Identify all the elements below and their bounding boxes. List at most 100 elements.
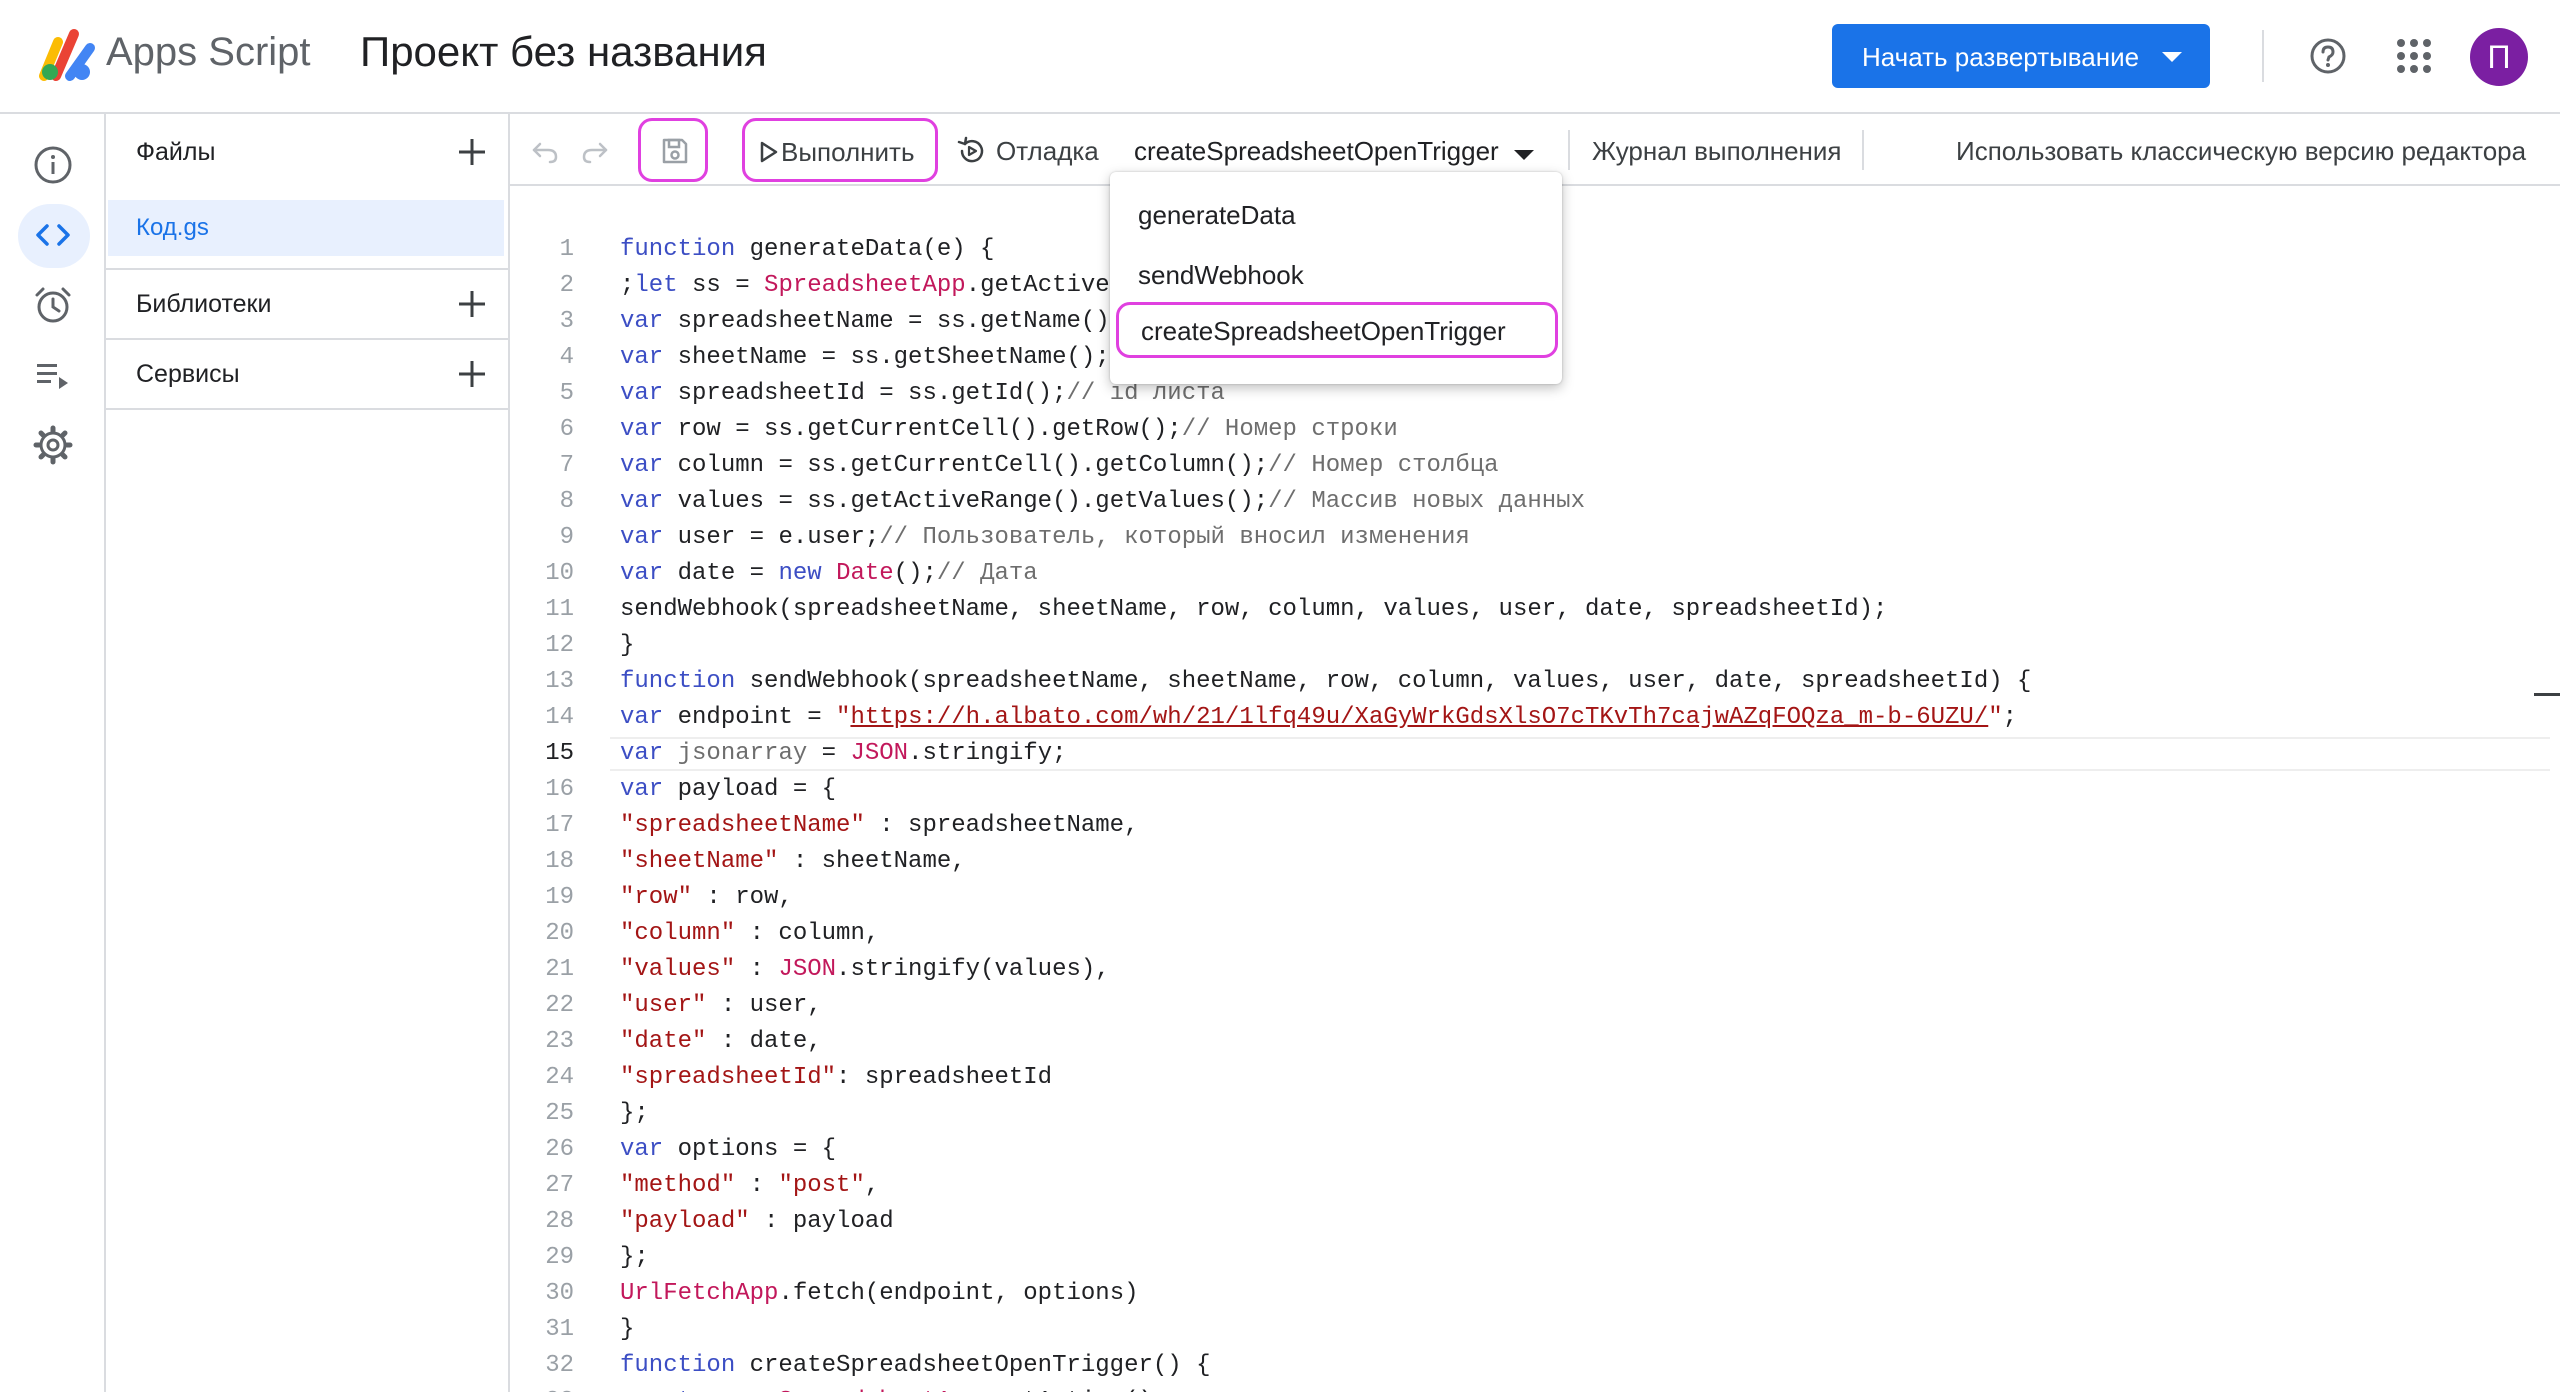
info-icon[interactable] — [30, 142, 76, 188]
line-number: 5 — [559, 380, 574, 407]
code-token: var — [620, 740, 664, 767]
code-line[interactable]: 14 var endpoint = "https://h.albato.com/w… — [510, 700, 2560, 736]
code-token: .getActive( — [965, 272, 1125, 299]
code-token: "column" — [620, 920, 736, 947]
code-line[interactable]: 10 var date = new Date();// Дата — [510, 556, 2560, 592]
run-button[interactable]: Выполнить — [742, 118, 938, 182]
code-token: jsonarray — [677, 740, 808, 767]
avatar[interactable]: П — [2470, 28, 2528, 86]
code-text: var options = { — [620, 1132, 836, 1168]
code-line[interactable]: 16 var payload = { — [510, 772, 2560, 808]
code-line[interactable]: 27 "method" : "post", — [510, 1168, 2560, 1204]
code-text: sendWebhook(spreadsheetName, sheetName, … — [620, 592, 1887, 628]
apps-grid-icon[interactable] — [2396, 38, 2432, 74]
code-line[interactable]: 13 function sendWebhook(spreadsheetName, … — [510, 664, 2560, 700]
code-line[interactable]: 22 "user" : user, — [510, 988, 2560, 1024]
code-line[interactable]: 17 "spreadsheetName" : spreadsheetName, — [510, 808, 2560, 844]
code-line[interactable]: 26 var options = { — [510, 1132, 2560, 1168]
executions-list-icon[interactable] — [30, 352, 76, 398]
code-line[interactable]: 8 var values = ss.getActiveRange().getVal… — [510, 484, 2560, 520]
code-line[interactable]: 30 UrlFetchApp.fetch(endpoint, options) — [510, 1276, 2560, 1312]
code-token: var — [620, 344, 664, 371]
code-line[interactable]: 28 "payload" : payload — [510, 1204, 2560, 1240]
save-button[interactable] — [638, 118, 708, 182]
apps-script-logo-icon[interactable] — [38, 26, 98, 84]
code-token: Date — [836, 560, 894, 587]
line-number: 1 — [559, 236, 574, 263]
code-line[interactable]: 29}; — [510, 1240, 2560, 1276]
code-url-token[interactable]: https://h.albato.com/wh/21/1lfq49u/XaGyW… — [850, 704, 1988, 731]
line-number: 26 — [545, 1136, 574, 1163]
code-token: "post" — [778, 1172, 865, 1199]
code-token: const — [620, 1388, 692, 1392]
code-token: spreadsheetId = ss.getId(); — [663, 380, 1067, 407]
code-line[interactable]: 21 "values" : JSON.stringify(values), — [510, 952, 2560, 988]
code-token: var — [620, 452, 664, 479]
libraries-section-header: Библиотеки — [106, 270, 508, 338]
code-line[interactable]: 33 const ss = SpreadsheetApp.getActive(); — [510, 1384, 2560, 1392]
code-text: "spreadsheetName" : spreadsheetName, — [620, 808, 1139, 844]
code-icon[interactable] — [30, 212, 76, 258]
menu-item-send-webhook[interactable]: sendWebhook — [1110, 246, 1562, 302]
debug-icon — [957, 136, 984, 163]
code-token: // Пользователь, который вносил изменени… — [879, 524, 1470, 551]
code-token: .fetch(endpoint, options) — [778, 1280, 1139, 1307]
line-number: 27 — [545, 1172, 574, 1199]
code-text: ;let ss = SpreadsheetApp.getActive( — [620, 268, 1124, 304]
code-line[interactable]: 25}; — [510, 1096, 2560, 1132]
file-item-code-gs[interactable]: Код.gs — [108, 200, 504, 256]
code-line[interactable]: 9 var user = e.user;// Пользователь, кото… — [510, 520, 2560, 556]
deploy-button-label: Начать развертывание — [1862, 42, 2140, 72]
debug-button[interactable]: Отладка — [946, 118, 1106, 182]
menu-item-generate-data[interactable]: generateData — [1110, 186, 1562, 242]
redo-icon[interactable] — [580, 136, 610, 166]
execution-log-button[interactable]: Журнал выполнения — [1582, 118, 1852, 182]
code-text: var jsonarray = JSON.stringify; — [620, 736, 1067, 772]
code-line[interactable]: 19 "row" : row, — [510, 880, 2560, 916]
code-token: "payload" — [620, 1208, 750, 1235]
classic-editor-label: Использовать классическую версию редакто… — [1956, 136, 2527, 166]
code-line[interactable]: 11 sendWebhook(spreadsheetName, sheetName… — [510, 592, 2560, 628]
code-line[interactable]: 18 "sheetName" : sheetName, — [510, 844, 2560, 880]
line-number: 11 — [545, 596, 574, 623]
code-line[interactable]: 32 function createSpreadsheetOpenTrigger(… — [510, 1348, 2560, 1384]
code-line[interactable]: 31} — [510, 1312, 2560, 1348]
code-line[interactable]: 24 "spreadsheetId": spreadsheetId — [510, 1060, 2560, 1096]
code-line[interactable]: 6 var row = ss.getCurrentCell().getRow();… — [510, 412, 2560, 448]
code-text: "date" : date, — [620, 1024, 822, 1060]
code-text: function sendWebhook(spreadsheetName, sh… — [620, 664, 2031, 700]
code-text: var sheetName = ss.getSheetName();// — [620, 340, 1139, 376]
help-icon[interactable] — [2308, 36, 2348, 76]
code-token: var — [620, 488, 664, 515]
files-section-header: Файлы — [106, 118, 508, 186]
code-token: , — [864, 1172, 880, 1199]
scrollbar-marker[interactable] — [2534, 693, 2560, 696]
alarm-clock-icon[interactable] — [30, 282, 76, 328]
code-token: : row, — [692, 884, 793, 911]
file-name: Код.gs — [136, 214, 209, 241]
menu-item-create-spreadsheet-open-trigger[interactable]: createSpreadsheetOpenTrigger — [1116, 302, 1558, 358]
line-number: 19 — [545, 884, 574, 911]
code-line[interactable]: 12} — [510, 628, 2560, 664]
undo-icon[interactable] — [530, 136, 560, 166]
code-line[interactable]: 7 var column = ss.getCurrentCell().getCol… — [510, 448, 2560, 484]
line-number: 30 — [545, 1280, 574, 1307]
add-file-icon[interactable] — [456, 136, 488, 168]
add-library-icon[interactable] — [456, 288, 488, 320]
app-name[interactable]: Apps Script — [106, 30, 311, 75]
code-line[interactable]: 23 "date" : date, — [510, 1024, 2560, 1060]
code-text: var values = ss.getActiveRange().getValu… — [620, 484, 1585, 520]
code-token: var — [620, 380, 664, 407]
code-token: : spreadsheetId — [836, 1064, 1053, 1091]
code-token: "user" — [620, 992, 707, 1019]
gear-icon[interactable] — [30, 422, 76, 468]
deploy-button[interactable]: Начать развертывание — [1832, 24, 2210, 88]
add-service-icon[interactable] — [456, 358, 488, 390]
services-label: Сервисы — [136, 360, 240, 388]
code-line[interactable]: 20 "column" : column, — [510, 916, 2560, 952]
chevron-down-icon[interactable] — [2162, 52, 2182, 62]
code-token: var — [620, 524, 664, 551]
project-title[interactable]: Проект без названия — [360, 28, 767, 76]
classic-editor-button[interactable]: Использовать классическую версию редакто… — [1946, 118, 2560, 182]
code-line[interactable]: 15 var jsonarray = JSON.stringify; — [510, 736, 2560, 772]
